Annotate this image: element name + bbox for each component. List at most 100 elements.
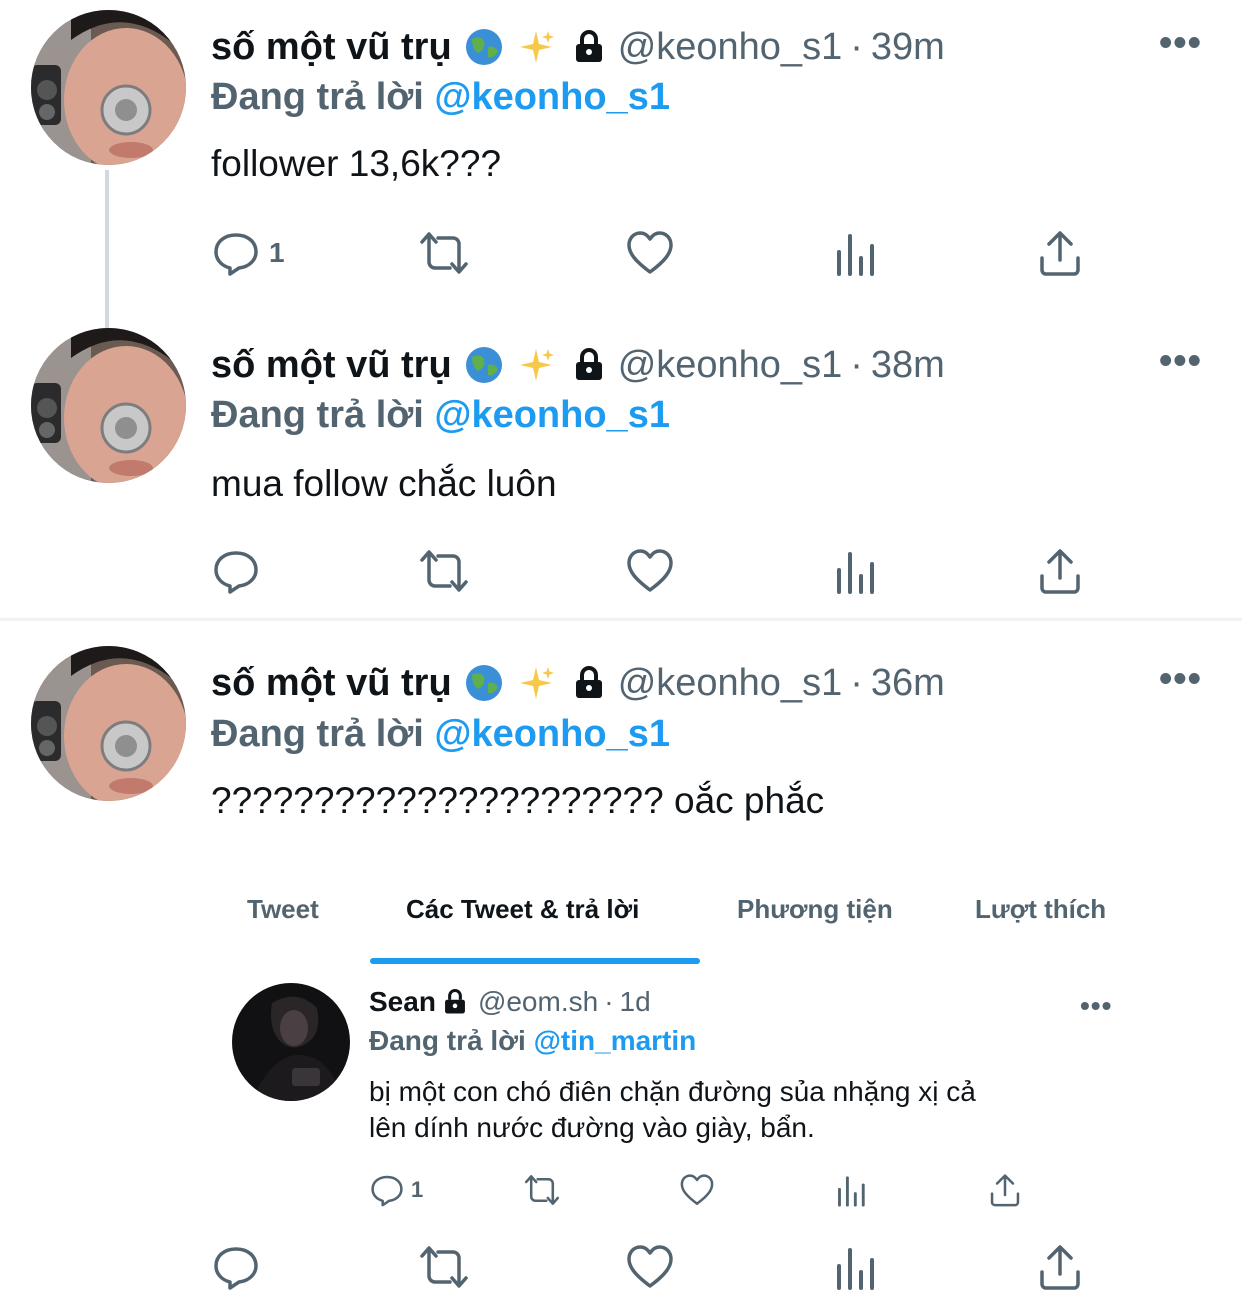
replying-to-mention[interactable]: @keonho_s1 [434, 76, 670, 118]
retweet-icon [420, 232, 468, 274]
replying-to-mention[interactable]: @keonho_s1 [434, 713, 670, 755]
tweet-text: follower 13,6k??? [211, 143, 502, 184]
timestamp[interactable]: 36m [871, 653, 945, 713]
more-options-icon[interactable]: ••• [1159, 658, 1202, 701]
tweet-header: số một vũ trụ @keonho_s1 · 38m [211, 335, 945, 395]
user-handle[interactable]: @keonho_s1 [618, 653, 843, 713]
reply-icon [371, 1175, 403, 1207]
tweet-text: ?????????????????????? oắc phắc [211, 780, 825, 821]
replying-to-label: Đang trả lời [211, 76, 424, 118]
embedded-tweet-actions: 1 [369, 1172, 1049, 1212]
lock-icon [572, 348, 606, 382]
retweet-button[interactable] [416, 546, 472, 596]
like-button[interactable] [625, 546, 675, 596]
replying-to: Đang trả lời @keonho_s1 [211, 713, 670, 756]
sparkles-emoji-icon [516, 663, 556, 703]
share-icon [1040, 231, 1080, 276]
tweet-text-line: bị một con chó điên chặn đường sủa nhặng… [369, 1076, 976, 1107]
retweet-icon [524, 1175, 560, 1205]
avatar[interactable] [232, 983, 350, 1101]
analytics-icon [837, 234, 874, 276]
share-button[interactable] [1037, 546, 1083, 596]
user-handle[interactable]: @keonho_s1 [618, 335, 843, 395]
avatar[interactable] [31, 10, 186, 165]
display-name[interactable]: Sean [369, 986, 436, 1018]
lock-icon [572, 30, 606, 64]
tweet-actions [211, 1242, 1091, 1292]
replying-to-label: Đang trả lời [211, 394, 424, 436]
separator-dot: · [850, 662, 863, 704]
analytics-icon [837, 1248, 874, 1290]
embedded-tweet-header: Sean @eom.sh · 1d [369, 986, 651, 1018]
share-icon [990, 1174, 1020, 1207]
tab-media[interactable]: Phương tiện [737, 894, 893, 925]
heart-icon [680, 1174, 714, 1205]
replying-to-label: Đang trả lời [369, 1025, 526, 1056]
globe-emoji-icon [464, 345, 504, 385]
reply-button[interactable]: 1 [369, 1172, 423, 1208]
retweet-icon [420, 550, 468, 592]
avatar[interactable] [31, 328, 186, 483]
reply-icon [214, 233, 258, 276]
timestamp[interactable]: 38m [871, 335, 945, 395]
separator-dot: · [850, 344, 863, 386]
analytics-button[interactable] [833, 546, 877, 596]
replying-to-mention[interactable]: @tin_martin [534, 1025, 697, 1056]
analytics-button[interactable] [833, 228, 877, 278]
tab-tweets-and-replies[interactable]: Các Tweet & trả lời [406, 894, 639, 925]
share-button[interactable] [1037, 228, 1083, 278]
avatar[interactable] [31, 646, 186, 801]
display-name[interactable]: số một vũ trụ [211, 17, 452, 77]
like-button[interactable] [625, 1242, 675, 1292]
more-options-icon[interactable]: ••• [1080, 990, 1112, 1022]
timestamp[interactable]: 1d [620, 986, 651, 1018]
display-name[interactable]: số một vũ trụ [211, 335, 452, 395]
more-options-icon[interactable]: ••• [1159, 22, 1202, 65]
thread-connector-line [105, 170, 109, 330]
tab-likes[interactable]: Lượt thích [975, 894, 1106, 925]
reply-count: 1 [269, 237, 285, 268]
replying-to-mention[interactable]: @keonho_s1 [434, 394, 670, 436]
like-button[interactable] [625, 228, 675, 278]
sparkles-emoji-icon [516, 27, 556, 67]
timestamp[interactable]: 39m [871, 17, 945, 77]
tweet-divider [0, 618, 1242, 621]
tweet-text: bị một con chó điên chặn đường sủa nhặng… [369, 1074, 1089, 1146]
analytics-button[interactable] [835, 1172, 867, 1208]
replying-to: Đang trả lời @keonho_s1 [211, 76, 670, 119]
user-handle[interactable]: @keonho_s1 [618, 17, 843, 77]
lock-icon [442, 989, 468, 1015]
reply-icon [214, 1247, 258, 1290]
reply-button[interactable] [211, 1242, 261, 1292]
share-button[interactable] [1037, 1242, 1083, 1292]
analytics-icon [837, 552, 874, 594]
like-button[interactable] [679, 1172, 715, 1208]
separator-dot: · [850, 26, 863, 68]
tab-tweets[interactable]: Tweet [247, 894, 319, 925]
replying-to-label: Đang trả lời [211, 713, 424, 755]
tweet-text: mua follow chắc luôn [211, 463, 557, 504]
retweet-button[interactable] [521, 1172, 563, 1208]
active-tab-indicator [370, 958, 700, 964]
retweet-button[interactable] [416, 228, 472, 278]
display-name[interactable]: số một vũ trụ [211, 653, 452, 713]
analytics-button[interactable] [833, 1242, 877, 1292]
lock-icon [572, 666, 606, 700]
tweet-header: số một vũ trụ @keonho_s1 · 36m [211, 653, 945, 713]
tweet-text-line: lên dính nước đường vào giày, bẩn. [369, 1112, 815, 1143]
user-handle[interactable]: @eom.sh [478, 986, 598, 1018]
globe-emoji-icon [464, 27, 504, 67]
tweet-actions: 1 [211, 228, 1091, 278]
share-icon [1040, 549, 1080, 594]
replying-to: Đang trả lời @keonho_s1 [211, 394, 670, 437]
retweet-button[interactable] [416, 1242, 472, 1292]
replying-to: Đang trả lời @tin_martin [369, 1025, 696, 1057]
tweet-header: số một vũ trụ @keonho_s1 · 39m [211, 17, 945, 77]
reply-button[interactable] [211, 546, 261, 596]
more-options-icon[interactable]: ••• [1159, 340, 1202, 383]
share-button[interactable] [988, 1172, 1022, 1208]
globe-emoji-icon [464, 663, 504, 703]
reply-button[interactable]: 1 [211, 228, 285, 278]
reply-icon [214, 551, 258, 594]
share-icon [1040, 1245, 1080, 1290]
